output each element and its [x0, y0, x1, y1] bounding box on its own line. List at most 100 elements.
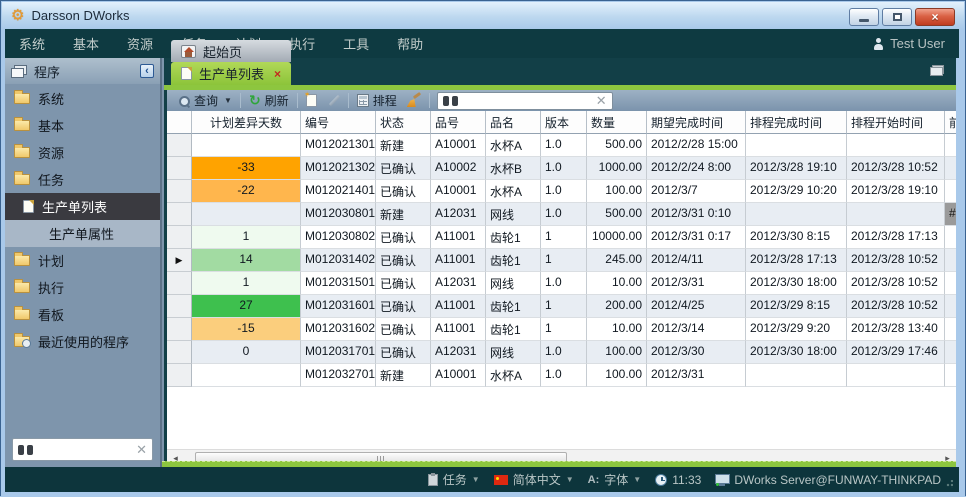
table-row[interactable]: M012030801新建A12031网线1.0500.002012/3/31 0…: [167, 203, 956, 226]
table-cell: A12031: [431, 203, 486, 226]
table-row[interactable]: 1M012031501已确认A12031网线1.010.002012/3/312…: [167, 272, 956, 295]
sidebar-item-production-order-list[interactable]: 生产单列表: [5, 193, 160, 220]
row-selector[interactable]: [167, 364, 192, 387]
sidebar-item-label: 资源: [38, 143, 64, 162]
row-selector[interactable]: [167, 134, 192, 157]
table-cell: 100.00: [587, 341, 647, 364]
column-header[interactable]: 数量: [587, 111, 647, 134]
table-cell: 2012/3/28 10:52: [847, 295, 945, 318]
close-button[interactable]: ×: [915, 8, 955, 26]
tab-label: 起始页: [203, 42, 242, 61]
menu-item-basic[interactable]: 基本: [59, 37, 113, 52]
sidebar-item-execute[interactable]: 执行: [5, 274, 160, 301]
clean-button[interactable]: [402, 91, 426, 110]
folder-icon: [14, 174, 30, 185]
table-filter-clear-icon[interactable]: ✕: [596, 94, 607, 107]
row-selector[interactable]: [167, 180, 192, 203]
row-selector[interactable]: [167, 295, 192, 318]
column-header[interactable]: 排程开始时间: [847, 111, 945, 134]
tab-close-icon[interactable]: ×: [274, 67, 281, 81]
table-cell: 1: [192, 272, 301, 295]
table-cell: 100.00: [587, 364, 647, 387]
query-button[interactable]: 查询▼: [173, 91, 237, 110]
folder-icon: [14, 120, 30, 131]
sidebar-item-basic[interactable]: 基本: [5, 112, 160, 139]
clock-icon: [655, 474, 667, 486]
column-header[interactable]: 排程完成时间: [746, 111, 847, 134]
resize-grip[interactable]: [945, 480, 953, 488]
table-cell: [945, 272, 956, 295]
table-cell: 2012/3/29 8:15: [746, 295, 847, 318]
new-button[interactable]: [301, 91, 322, 110]
folder-icon: [14, 282, 30, 293]
sidebar-header: 程序 ‹: [5, 58, 160, 84]
table-cell: 1000.00: [587, 157, 647, 180]
sidebar-item-task[interactable]: 任务: [5, 166, 160, 193]
menu-item-help[interactable]: 帮助: [383, 37, 437, 52]
sidebar-collapse-button[interactable]: ‹: [140, 64, 154, 78]
table-row[interactable]: M012021301新建A10001水杯A1.0500.002012/2/28 …: [167, 134, 956, 157]
status-item-language[interactable]: 简体中文▼: [494, 471, 574, 488]
column-header[interactable]: 版本: [541, 111, 587, 134]
table-row[interactable]: -33M012021302已确认A10002水杯B1.01000.002012/…: [167, 157, 956, 180]
row-selector[interactable]: [167, 203, 192, 226]
maximize-button[interactable]: [882, 8, 912, 26]
row-selector[interactable]: [167, 318, 192, 341]
menu-item-tools[interactable]: 工具: [329, 37, 383, 52]
binoculars-icon: [18, 444, 33, 455]
column-header[interactable]: 编号: [301, 111, 376, 134]
sidebar-item-plan[interactable]: 计划: [5, 247, 160, 274]
tab-production-order-list[interactable]: 生产单列表×: [171, 62, 291, 85]
table-cell: 2012/3/29 10:20: [746, 180, 847, 203]
clipboard-icon: [428, 474, 438, 486]
schedule-button[interactable]: 排程: [352, 91, 402, 110]
folder-icon: [14, 93, 30, 104]
menu-item-resource[interactable]: 资源: [113, 37, 167, 52]
refresh-button[interactable]: ↻刷新: [244, 91, 294, 110]
window-list-icon[interactable]: [930, 65, 944, 76]
column-header[interactable]: 期望完成时间: [647, 111, 746, 134]
table-cell: 1: [192, 226, 301, 249]
tab-start-page[interactable]: 起始页: [171, 40, 291, 62]
table-row[interactable]: ▶14M012031402已确认A11001齿轮11245.002012/4/1…: [167, 249, 956, 272]
table-row[interactable]: 1M012030802已确认A11001齿轮1110000.002012/3/3…: [167, 226, 956, 249]
table-filter-input[interactable]: [458, 94, 596, 108]
table-row[interactable]: 0M012031701已确认A12031网线1.0100.002012/3/30…: [167, 341, 956, 364]
row-selector[interactable]: [167, 341, 192, 364]
window-title: Darsson DWorks: [31, 8, 129, 23]
column-header[interactable]: 品号: [431, 111, 486, 134]
row-selector[interactable]: [167, 272, 192, 295]
broom-icon: [407, 94, 421, 107]
row-selector[interactable]: [167, 157, 192, 180]
table-cell: A11001: [431, 226, 486, 249]
user-indicator[interactable]: Test User: [873, 36, 945, 51]
menu-item-system[interactable]: 系统: [5, 37, 59, 52]
status-item-font[interactable]: A:字体▼: [588, 471, 642, 488]
table-cell: 2012/3/28 10:52: [847, 157, 945, 180]
sidebar-item-label: 生产单列表: [42, 197, 107, 216]
column-header[interactable]: 前: [945, 111, 956, 134]
table-row[interactable]: -22M012021401已确认A10001水杯A1.0100.002012/3…: [167, 180, 956, 203]
status-item-task[interactable]: 任务▼: [428, 471, 480, 488]
table-cell: A11001: [431, 318, 486, 341]
column-header[interactable]: 状态: [376, 111, 431, 134]
table-row[interactable]: 27M012031601已确认A11001齿轮11200.002012/4/25…: [167, 295, 956, 318]
sidebar-search-clear-icon[interactable]: ✕: [136, 443, 147, 456]
sidebar-item-recent-programs[interactable]: 最近使用的程序: [5, 328, 160, 355]
column-header[interactable]: 品名: [486, 111, 541, 134]
column-header[interactable]: 计划差异天数: [192, 111, 301, 134]
row-selector[interactable]: ▶: [167, 249, 192, 272]
sidebar-item-kanban[interactable]: 看板: [5, 301, 160, 328]
status-item-label: 字体: [604, 471, 628, 488]
row-selector[interactable]: [167, 226, 192, 249]
table-row[interactable]: M012032701新建A10001水杯A1.0100.002012/3/31: [167, 364, 956, 387]
table-cell: A11001: [431, 295, 486, 318]
sidebar-search-input[interactable]: [33, 443, 136, 457]
minimize-button[interactable]: [849, 8, 879, 26]
sidebar-item-system[interactable]: 系统: [5, 85, 160, 112]
sidebar-item-resource[interactable]: 资源: [5, 139, 160, 166]
table-cell: A11001: [431, 249, 486, 272]
sidebar-item-production-order-properties[interactable]: 生产单属性: [5, 220, 160, 247]
table-row[interactable]: -15M012031602已确认A11001齿轮1110.002012/3/14…: [167, 318, 956, 341]
pencil-icon: [327, 94, 340, 107]
